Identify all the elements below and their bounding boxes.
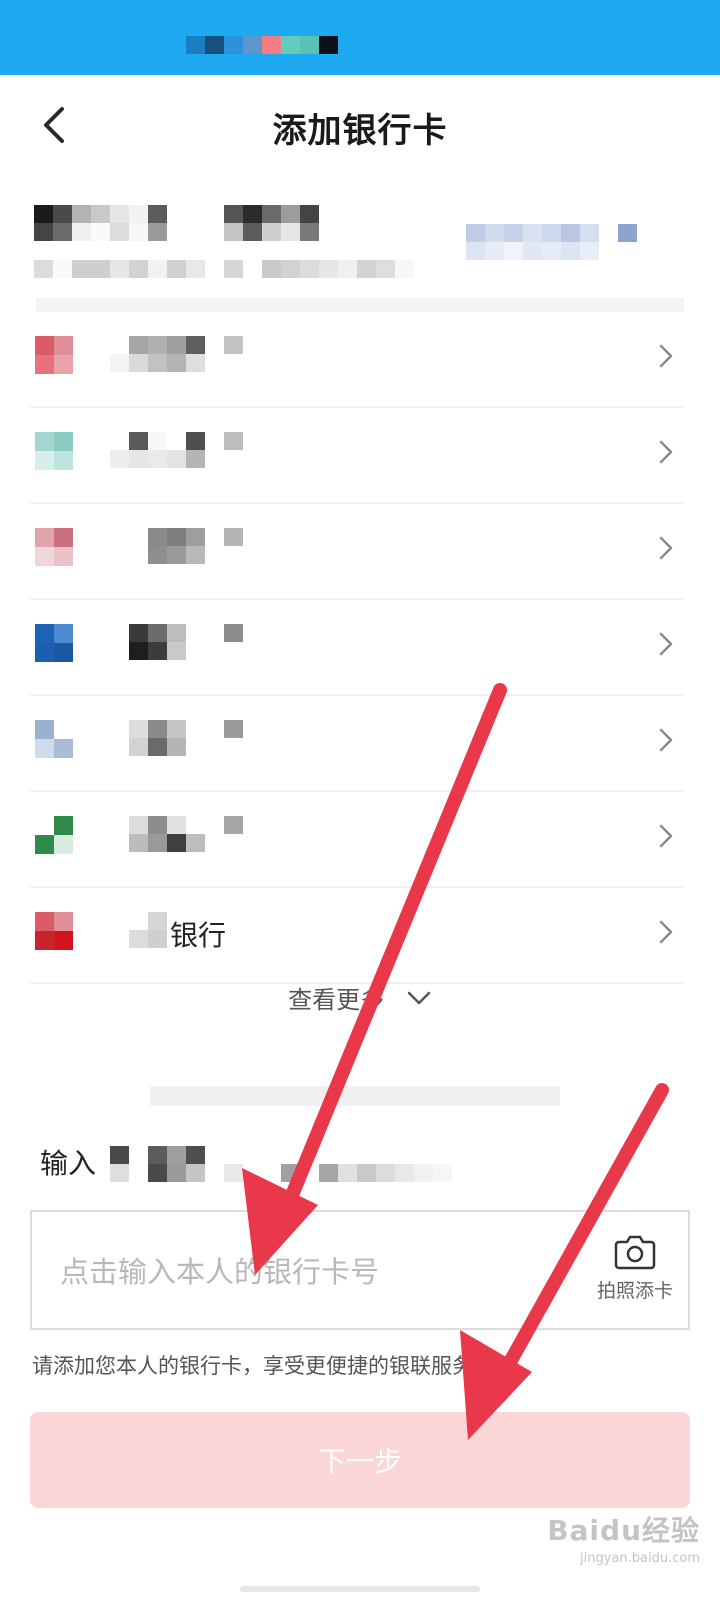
bank-logo-icon bbox=[35, 432, 73, 470]
bank-row[interactable] bbox=[30, 504, 684, 600]
bank-name-redacted bbox=[110, 336, 243, 376]
bank-name-redacted bbox=[110, 720, 243, 760]
bank-row[interactable] bbox=[30, 312, 684, 408]
bank-name-redacted bbox=[110, 912, 167, 952]
status-bar bbox=[0, 0, 720, 75]
section-divider bbox=[36, 298, 684, 312]
bank-logo-icon bbox=[35, 816, 73, 854]
baidu-jingyan-watermark: Baidu经验 jingyan.baidu.com bbox=[547, 1509, 700, 1566]
see-more-button[interactable]: 查看更多 bbox=[0, 980, 720, 1040]
see-more-label: 查看更多 bbox=[288, 986, 385, 1014]
home-indicator bbox=[240, 1586, 480, 1592]
chevron-right-icon bbox=[659, 440, 673, 464]
next-step-button[interactable]: 下一步 bbox=[30, 1412, 690, 1508]
bank-logo-icon bbox=[35, 720, 73, 758]
bank-name-redacted bbox=[110, 816, 243, 856]
chevron-right-icon bbox=[659, 728, 673, 752]
page-title: 添加银行卡 bbox=[272, 111, 448, 151]
chevron-down-icon bbox=[407, 991, 431, 1004]
bank-row[interactable]: 银行 bbox=[30, 888, 684, 984]
bank-logo-icon bbox=[35, 624, 73, 662]
redacted-user-subinfo bbox=[34, 260, 414, 278]
card-number-field: 拍照添卡 bbox=[30, 1210, 690, 1330]
bank-logo-icon bbox=[35, 336, 73, 374]
bank-logo-icon bbox=[35, 528, 73, 566]
card-input-label: 输入 bbox=[40, 1147, 97, 1180]
watermark-logo: Baidu经验 bbox=[547, 1514, 700, 1547]
camera-icon bbox=[614, 1235, 656, 1270]
account-header bbox=[0, 180, 720, 310]
photo-add-card-label: 拍照添卡 bbox=[596, 1280, 673, 1302]
status-bar-redacted bbox=[186, 36, 338, 54]
chevron-right-icon bbox=[659, 632, 673, 656]
bank-row[interactable] bbox=[30, 792, 684, 888]
bank-list: 银行 bbox=[0, 312, 720, 984]
bank-name: 银行 bbox=[170, 919, 227, 952]
bank-row[interactable] bbox=[30, 600, 684, 696]
watermark-url: jingyan.baidu.com bbox=[580, 1551, 700, 1566]
bank-name-redacted bbox=[110, 528, 243, 568]
photo-add-card-button[interactable]: 拍照添卡 bbox=[594, 1234, 676, 1314]
chevron-right-icon bbox=[659, 920, 673, 944]
card-number-input[interactable] bbox=[60, 1242, 600, 1302]
chevron-right-icon bbox=[659, 344, 673, 368]
redacted-badge bbox=[466, 224, 637, 260]
card-input-label-redacted bbox=[110, 1146, 452, 1182]
bank-row[interactable] bbox=[30, 696, 684, 792]
bank-logo-icon bbox=[35, 912, 73, 950]
redacted-user-info bbox=[34, 205, 319, 241]
hint-text: 请添加您本人的银行卡，享受更便捷的银联服务 bbox=[32, 1354, 473, 1378]
nav-bar: 添加银行卡 bbox=[0, 75, 720, 180]
bank-row[interactable] bbox=[30, 408, 684, 504]
section-divider bbox=[150, 1086, 560, 1106]
chevron-right-icon bbox=[659, 824, 673, 848]
bank-name-redacted bbox=[110, 432, 243, 472]
bank-name-redacted bbox=[110, 624, 243, 664]
chevron-right-icon bbox=[659, 536, 673, 560]
